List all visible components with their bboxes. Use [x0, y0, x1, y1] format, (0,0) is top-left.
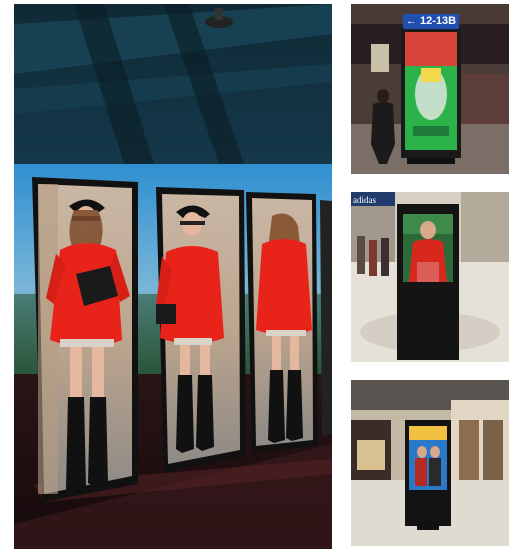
photo-bottom-right [351, 380, 509, 546]
main-photo [14, 4, 332, 549]
poster-screen-3 [246, 192, 318, 452]
poster-screen-1 [32, 177, 138, 502]
poster-screen-2 [156, 187, 246, 472]
photo-middle-right: adidas [351, 192, 509, 362]
direction-sign: ← 12-13B [403, 14, 459, 29]
poster-screens [32, 177, 332, 502]
store-sign: adidas [353, 195, 376, 205]
photo-top-right: ← 12-13B [351, 4, 509, 174]
